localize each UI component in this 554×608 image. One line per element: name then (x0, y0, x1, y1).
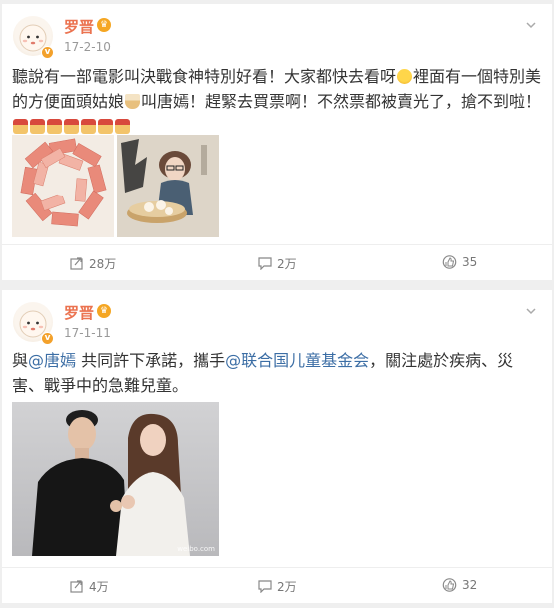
post-card: v 罗晋 ♛ 17-2-10 聽說有一部電影叫決戰食神特別好看！大家都快去看呀裡… (2, 4, 552, 280)
comment-button[interactable]: 2万 (258, 578, 297, 595)
comment-button[interactable]: 2万 (258, 255, 297, 272)
mention-link[interactable]: @联合国儿童基金会 (225, 351, 369, 370)
mention-link[interactable]: @唐嫣 (28, 351, 76, 370)
house-emoji-icon (47, 119, 62, 134)
like-count: 32 (462, 578, 478, 592)
post-text-part: 與 (12, 351, 29, 370)
repost-button[interactable]: 28万 (70, 255, 116, 272)
repost-count: 4万 (89, 580, 109, 594)
image-watermark: weibo.com (177, 545, 215, 553)
like-icon (442, 255, 457, 269)
like-button[interactable]: 32 (442, 578, 477, 592)
crown-badge-icon: ♛ (97, 18, 111, 32)
author-name[interactable]: 罗晋 (64, 302, 94, 323)
like-button[interactable]: 35 (442, 255, 477, 269)
post-image-poster[interactable] (117, 135, 219, 237)
post-text: 聽說有一部電影叫決戰食神特別好看！大家都快去看呀 裡面有一個特別美的方便面頭姑娘叫… (12, 64, 542, 139)
post-image-couple[interactable]: weibo.com (12, 402, 219, 556)
comment-count: 2万 (277, 580, 297, 594)
repost-button[interactable]: 4万 (70, 578, 109, 595)
movie-poster-image (117, 135, 219, 237)
repost-icon (70, 257, 83, 270)
like-icon (442, 578, 457, 592)
chevron-down-icon[interactable] (524, 304, 538, 318)
verified-badge: v (41, 332, 54, 345)
post-image-money[interactable] (12, 135, 114, 237)
repost-count: 28万 (89, 257, 117, 271)
smiley-emoji-icon (397, 69, 413, 84)
house-emoji-icon (98, 119, 113, 134)
action-bar: 4万 2万 32 (2, 567, 552, 603)
post-text: 與@唐嫣 共同許下承諾，攜手@联合国儿童基金会，關注處於疾病、災害、戰爭中的急難… (12, 348, 542, 398)
house-emoji-icon (64, 119, 79, 134)
comment-icon (258, 580, 272, 593)
crown-badge-icon: ♛ (97, 304, 111, 318)
avatar[interactable]: v (13, 16, 54, 59)
avatar[interactable]: v (13, 302, 54, 345)
couple-photo-image (12, 402, 219, 556)
money-wreath-image (12, 135, 114, 237)
post-date[interactable]: 17-1-11 (64, 326, 111, 340)
like-count: 35 (462, 255, 478, 269)
house-emoji-icon (115, 119, 130, 134)
comment-count: 2万 (277, 257, 297, 271)
chevron-down-icon[interactable] (524, 18, 538, 32)
action-bar: 28万 2万 35 (2, 244, 552, 280)
post-text-part: 共同許下承諾，攜手 (76, 351, 226, 370)
post-text-part: 聽說有一部電影叫決戰食神特別好看！大家都快去看呀 (12, 67, 397, 86)
post-text-part: 叫唐嫣！趕緊去買票啊！不然票都被賣光了，搶不到啦！ (141, 92, 542, 111)
house-emoji-icon (30, 119, 45, 134)
author-name[interactable]: 罗晋 (64, 16, 94, 37)
noodle-emoji-icon (125, 94, 141, 109)
comment-icon (258, 257, 272, 270)
house-emoji-icon (81, 119, 96, 134)
post-card: v 罗晋 ♛ 17-1-11 與@唐嫣 共同許下承諾，攜手@联合国儿童基金会，關… (2, 290, 552, 603)
post-date[interactable]: 17-2-10 (64, 40, 111, 54)
verified-badge: v (41, 46, 54, 59)
repost-icon (70, 580, 83, 593)
house-emoji-icon (13, 119, 28, 134)
